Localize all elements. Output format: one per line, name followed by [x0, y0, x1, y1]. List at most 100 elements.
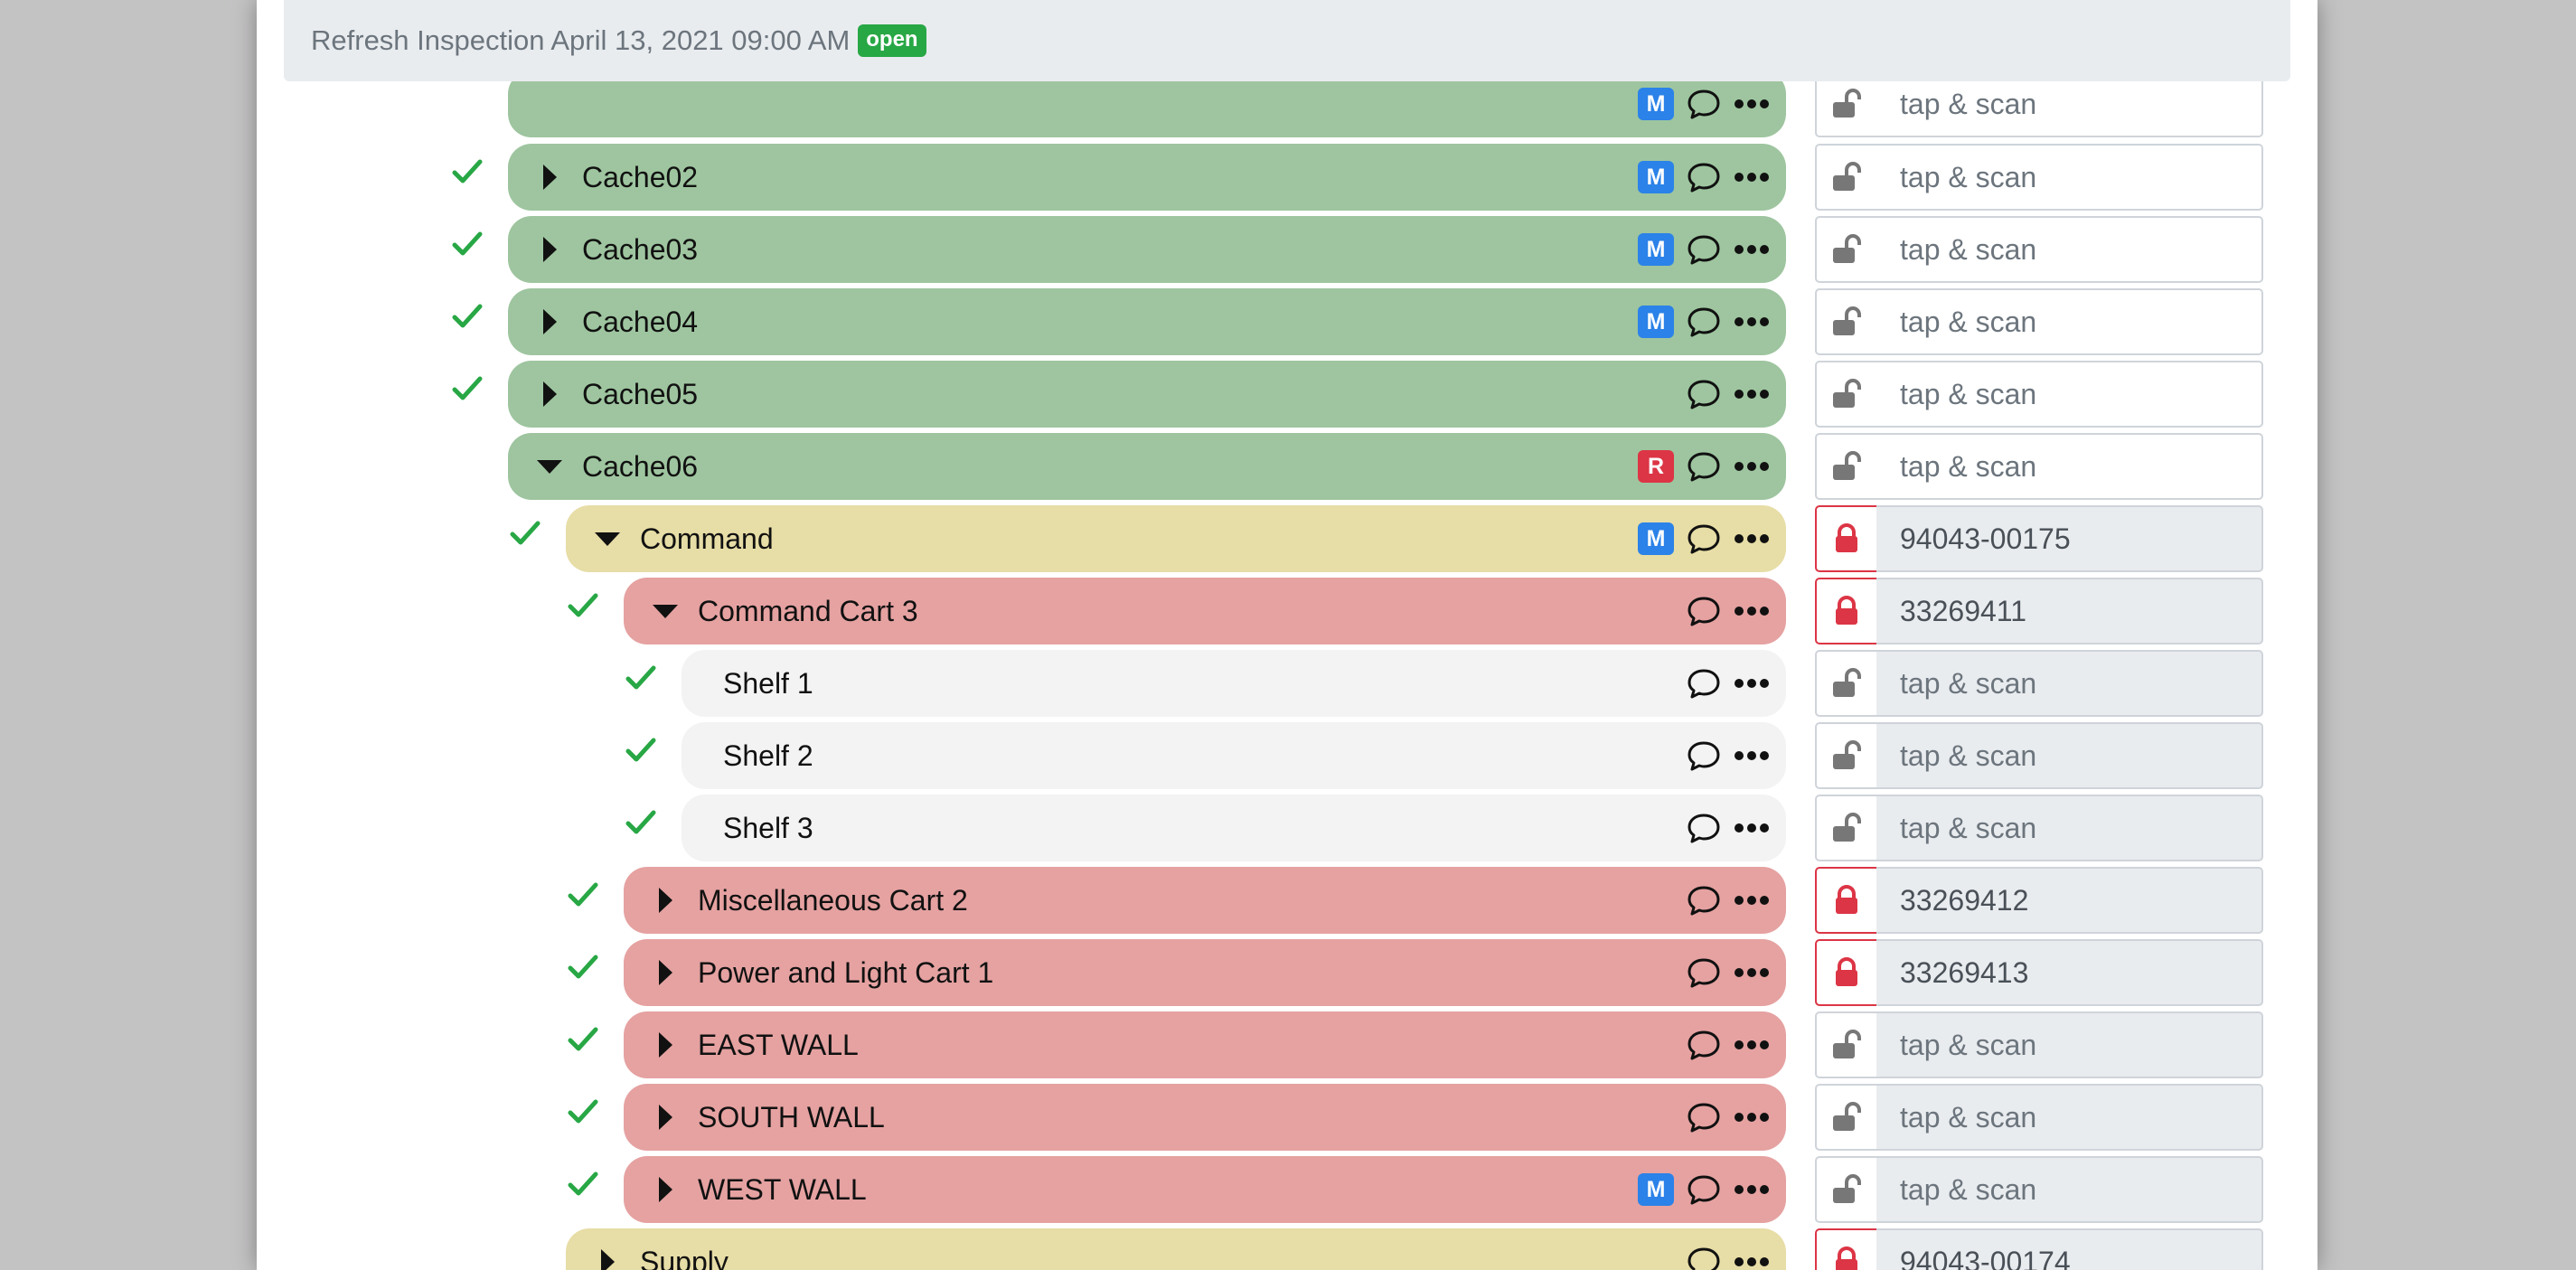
- comment-icon[interactable]: [1687, 378, 1734, 410]
- more-horizontal-icon[interactable]: [1734, 967, 1770, 978]
- tree-node[interactable]: Cache05: [508, 361, 1786, 428]
- comment-icon[interactable]: [1687, 233, 1734, 266]
- comment-icon[interactable]: [1687, 956, 1734, 989]
- tree-node[interactable]: WEST WALL M: [624, 1156, 1786, 1223]
- scan-field[interactable]: [1876, 795, 2263, 861]
- caret-right-icon[interactable]: [649, 1101, 682, 1134]
- unlock-icon[interactable]: [1815, 361, 1878, 428]
- comment-icon[interactable]: [1687, 1173, 1734, 1206]
- scan-field[interactable]: [1876, 578, 2263, 644]
- lock-icon[interactable]: [1815, 939, 1878, 1006]
- unlock-icon[interactable]: [1815, 144, 1878, 211]
- lock-icon[interactable]: [1815, 578, 1878, 644]
- caret-right-icon[interactable]: [649, 884, 682, 917]
- more-horizontal-icon[interactable]: [1734, 244, 1770, 255]
- comment-icon[interactable]: [1687, 450, 1734, 483]
- caret-right-icon[interactable]: [591, 1246, 624, 1270]
- scan-field[interactable]: [1876, 1011, 2263, 1078]
- tree-node[interactable]: Shelf 1: [682, 650, 1786, 717]
- comment-icon[interactable]: [1687, 161, 1734, 193]
- caret-right-icon[interactable]: [649, 1173, 682, 1206]
- comment-icon[interactable]: [1687, 812, 1734, 844]
- more-horizontal-icon[interactable]: [1734, 606, 1770, 616]
- lock-icon[interactable]: [1815, 867, 1878, 934]
- scan-field[interactable]: [1876, 1228, 2263, 1270]
- unlock-icon[interactable]: [1815, 288, 1878, 355]
- lock-icon[interactable]: [1815, 505, 1878, 572]
- unlock-icon[interactable]: [1815, 433, 1878, 500]
- more-horizontal-icon[interactable]: [1734, 1112, 1770, 1123]
- more-horizontal-icon[interactable]: [1734, 533, 1770, 544]
- tree-node[interactable]: Cache02 M: [508, 144, 1786, 211]
- more-horizontal-icon[interactable]: [1734, 1184, 1770, 1195]
- tree-node[interactable]: Shelf 2: [682, 722, 1786, 789]
- unlock-icon[interactable]: [1815, 795, 1878, 861]
- unlock-icon[interactable]: [1815, 1011, 1878, 1078]
- node-label: Cache02: [582, 160, 699, 193]
- scan-field[interactable]: [1876, 1084, 2263, 1151]
- scan-field[interactable]: [1876, 722, 2263, 789]
- comment-icon[interactable]: [1687, 884, 1734, 917]
- caret-right-icon[interactable]: [649, 956, 682, 989]
- caret-right-icon[interactable]: [649, 1029, 682, 1061]
- tree-node[interactable]: Command M: [566, 505, 1786, 572]
- comment-icon[interactable]: [1687, 739, 1734, 772]
- unlock-icon[interactable]: [1815, 216, 1878, 283]
- unlock-icon[interactable]: [1815, 722, 1878, 789]
- comment-icon[interactable]: [1687, 88, 1734, 120]
- caret-right-icon[interactable]: [533, 306, 566, 338]
- scan-field[interactable]: [1876, 433, 2263, 500]
- more-horizontal-icon[interactable]: [1734, 389, 1770, 400]
- more-horizontal-icon[interactable]: [1734, 678, 1770, 689]
- caret-right-icon[interactable]: [533, 161, 566, 193]
- more-horizontal-icon[interactable]: [1734, 172, 1770, 183]
- more-horizontal-icon[interactable]: [1734, 316, 1770, 327]
- tree-node[interactable]: Power and Light Cart 1: [624, 939, 1786, 1006]
- comment-icon[interactable]: [1687, 306, 1734, 338]
- more-horizontal-icon[interactable]: [1734, 99, 1770, 109]
- tree-node[interactable]: EAST WALL: [624, 1011, 1786, 1078]
- tree-node[interactable]: SOUTH WALL: [624, 1084, 1786, 1151]
- caret-right-icon[interactable]: [533, 378, 566, 410]
- caret-down-icon[interactable]: [591, 522, 624, 555]
- lock-icon[interactable]: [1815, 1228, 1878, 1270]
- caret-down-icon[interactable]: [649, 595, 682, 627]
- scan-field[interactable]: [1876, 505, 2263, 572]
- comment-icon[interactable]: [1687, 595, 1734, 627]
- unlock-icon[interactable]: [1815, 1156, 1878, 1223]
- comment-icon[interactable]: [1687, 1029, 1734, 1061]
- tree-node[interactable]: Command Cart 3: [624, 578, 1786, 644]
- check-icon: [568, 1171, 598, 1198]
- tree-node[interactable]: Shelf 3: [682, 795, 1786, 861]
- scan-field[interactable]: [1876, 939, 2263, 1006]
- scan-field[interactable]: [1876, 144, 2263, 211]
- caret-right-icon[interactable]: [533, 233, 566, 266]
- more-horizontal-icon[interactable]: [1734, 1256, 1770, 1267]
- more-horizontal-icon[interactable]: [1734, 895, 1770, 906]
- scan-field[interactable]: [1876, 650, 2263, 717]
- scan-field[interactable]: [1876, 361, 2263, 428]
- tree-node[interactable]: Miscellaneous Cart 2: [624, 867, 1786, 934]
- more-horizontal-icon[interactable]: [1734, 461, 1770, 472]
- badge-m: M: [1638, 88, 1674, 120]
- scan-field[interactable]: [1876, 216, 2263, 283]
- tree-node[interactable]: Cache04 M: [508, 288, 1786, 355]
- unlock-icon[interactable]: [1815, 650, 1878, 717]
- tree-node[interactable]: Supply: [566, 1228, 1786, 1270]
- node-actions: M: [1638, 233, 1770, 266]
- scan-field[interactable]: [1876, 867, 2263, 934]
- unlock-icon[interactable]: [1815, 1084, 1878, 1151]
- comment-icon[interactable]: [1687, 1246, 1734, 1270]
- caret-down-icon[interactable]: [533, 450, 566, 483]
- tree-node[interactable]: Cache06 R: [508, 433, 1786, 500]
- scan-field[interactable]: [1876, 288, 2263, 355]
- more-horizontal-icon[interactable]: [1734, 823, 1770, 833]
- comment-icon[interactable]: [1687, 1101, 1734, 1134]
- comment-icon[interactable]: [1687, 522, 1734, 555]
- comment-icon[interactable]: [1687, 667, 1734, 700]
- scan-field[interactable]: [1876, 1156, 2263, 1223]
- more-horizontal-icon[interactable]: [1734, 1040, 1770, 1050]
- tree-node[interactable]: Cache03 M: [508, 216, 1786, 283]
- more-horizontal-icon[interactable]: [1734, 750, 1770, 761]
- node-label: Cache05: [582, 377, 699, 410]
